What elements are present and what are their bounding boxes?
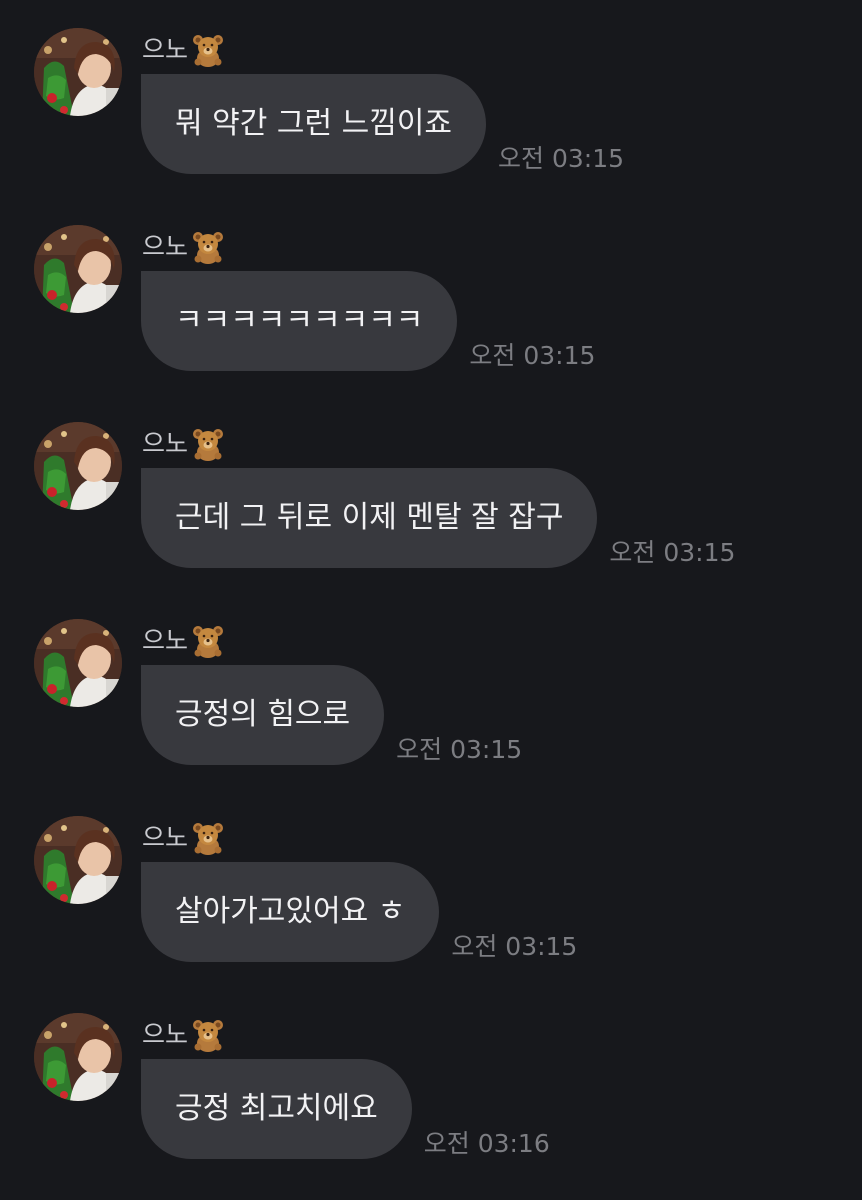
sender-header: 으노 [142,424,226,464]
message-bubble[interactable]: 근데 그 뒤로 이제 멘탈 잘 잡구 [141,468,598,568]
sender-header: 으노 [142,30,226,70]
avatar[interactable] [34,28,122,116]
message-timestamp: 오전 03:15 [469,341,596,370]
message-row: 근데 그 뒤로 이제 멘탈 잘 잡구 오전 03:15 [141,468,735,568]
sender-name: 으노 [142,823,189,852]
sender-header: 으노 [142,818,226,858]
message-bubble[interactable]: 긍정 최고치에요 [141,1059,412,1159]
sender-header: 으노 [142,1015,226,1055]
message-timestamp: 오전 03:15 [609,538,736,567]
sender-name: 으노 [142,232,189,261]
sender-name: 으노 [142,1020,189,1049]
avatar[interactable] [34,1013,122,1101]
sender-name: 으노 [142,626,189,655]
avatar-photo [34,28,122,116]
avatar-photo [34,619,122,707]
message-row: ㅋㅋㅋㅋㅋㅋㅋㅋㅋ 오전 03:15 [141,271,595,371]
avatar-photo [34,816,122,904]
message-timestamp: 오전 03:15 [396,735,523,764]
teddy-bear-icon [193,429,224,461]
avatar[interactable] [34,422,122,510]
message-row: 긍정의 힘으로 오전 03:15 [141,665,522,765]
avatar[interactable] [34,816,122,904]
message-row: 긍정 최고치에요 오전 03:16 [141,1059,550,1159]
message-row: 뭐 약간 그런 느낌이죠 오전 03:15 [141,74,624,174]
message-group-4: 으노 긍정의 힘으로 오전 03:15 [0,619,862,809]
message-bubble[interactable]: 뭐 약간 그런 느낌이죠 [141,74,487,174]
message-group-5: 으노 살아가고있어요 ㅎ 오전 03:15 [0,816,862,1006]
message-group-3: 으노 근데 그 뒤로 이제 멘탈 잘 잡구 오전 03:15 [0,422,862,612]
sender-header: 으노 [142,227,226,267]
message-group-1: 으노 뭐 약간 그런 느낌이죠 오전 03:15 [0,28,862,218]
avatar[interactable] [34,619,122,707]
avatar-photo [34,225,122,313]
avatar-photo [34,1013,122,1101]
teddy-bear-icon [193,1020,224,1052]
avatar[interactable] [34,225,122,313]
message-group-6: 으노 긍정 최고치에요 오전 03:16 [0,1013,862,1200]
sender-name: 으노 [142,429,189,458]
message-bubble[interactable]: 긍정의 힘으로 [141,665,385,765]
message-bubble[interactable]: 살아가고있어요 ㅎ [141,862,440,962]
message-bubble[interactable]: ㅋㅋㅋㅋㅋㅋㅋㅋㅋ [141,271,458,371]
teddy-bear-icon [193,823,224,855]
sender-header: 으노 [142,621,226,661]
message-timestamp: 오전 03:15 [498,144,625,173]
message-row: 살아가고있어요 ㅎ 오전 03:15 [141,862,577,962]
teddy-bear-icon [193,35,224,67]
sender-name: 으노 [142,35,189,64]
message-group-2: 으노 ㅋㅋㅋㅋㅋㅋㅋㅋㅋ 오전 03:15 [0,225,862,415]
chat-thread: 으노 뭐 약간 그런 느낌이죠 오전 03:15 으노 ㅋㅋㅋㅋㅋㅋㅋㅋㅋ 오전… [0,0,862,1200]
message-timestamp: 오전 03:15 [451,932,578,961]
teddy-bear-icon [193,232,224,264]
teddy-bear-icon [193,626,224,658]
avatar-photo [34,422,122,510]
message-timestamp: 오전 03:16 [423,1129,550,1158]
